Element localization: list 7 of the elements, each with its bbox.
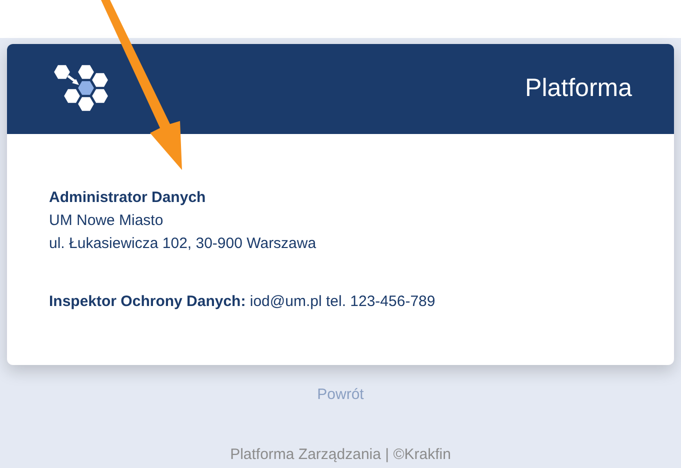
inspector-contact: Inspektor Ochrony Danych: iod@um.pl tel. 123-456-789 — [49, 292, 436, 312]
address-line: ul. Łukasiewicza 102, 30-900 Warszawa — [49, 234, 318, 254]
administrator-heading: Administrator Danych — [49, 188, 207, 208]
header-title: Platforma — [525, 73, 632, 104]
footer-text: Platforma Zarządzania | ©Krakfin — [230, 444, 451, 464]
address-line: UM Nowe Miasto — [49, 211, 164, 231]
back-link[interactable]: Powrót — [317, 384, 364, 406]
